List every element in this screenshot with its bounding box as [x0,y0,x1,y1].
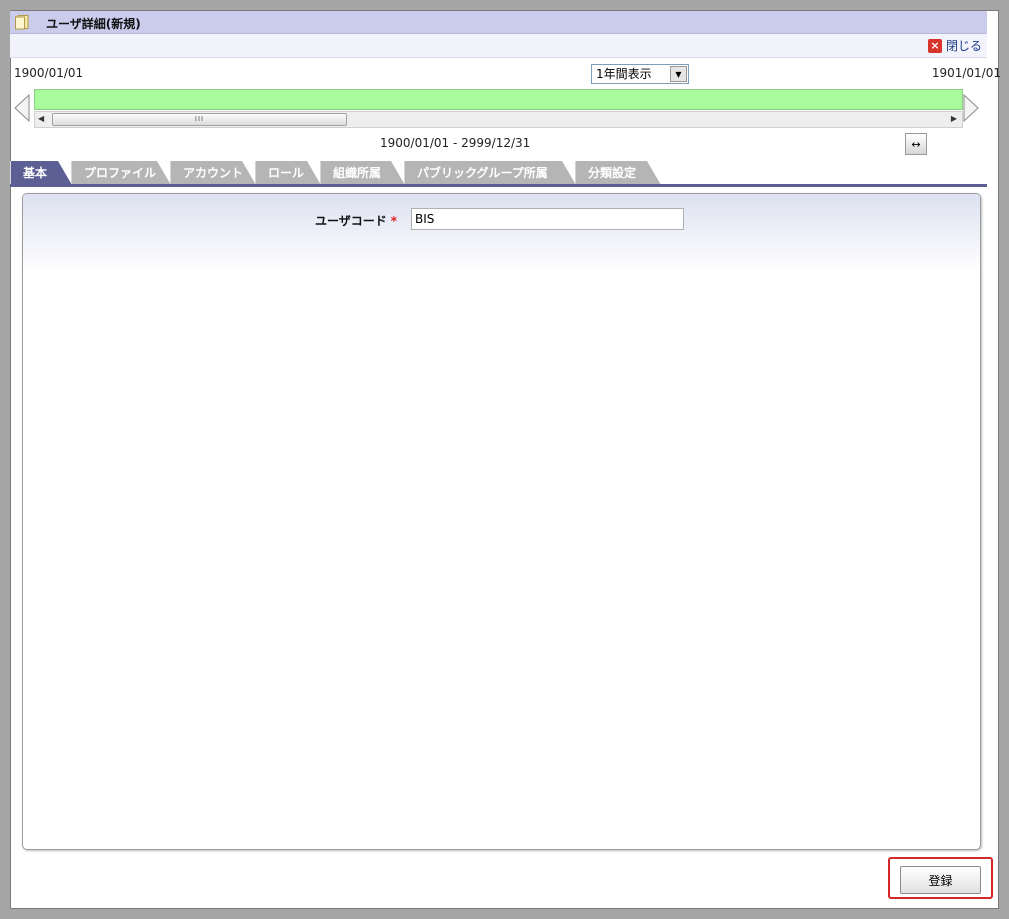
expand-width-icon[interactable]: ↔ [905,133,927,155]
header-toolbar: × 閉じる [10,34,987,58]
tab-role[interactable]: ロール [255,161,321,185]
tab-classification[interactable]: 分類設定 [575,161,661,185]
register-button[interactable]: 登録 [900,866,981,894]
usercode-label: ユーザコード * [315,212,397,229]
scroll-right-icon[interactable]: ▶ [951,114,957,123]
timeline-start-date: 1900/01/01 [14,66,84,80]
range-select-value: 1年間表示 [596,67,652,81]
scroll-thumb[interactable]: III [52,113,347,126]
page-title: ユーザ詳細(新規) [46,17,141,31]
usercode-input[interactable] [411,208,684,230]
form-panel: ユーザコード * [22,193,981,850]
title-bar: ユーザ詳細(新規) [10,11,987,34]
usercode-label-text: ユーザコード [315,214,387,228]
timeline-end-date: 1901/01/01 [931,66,1001,80]
tab-profile[interactable]: プロファイル [71,161,171,185]
form-header [23,194,980,272]
close-label: 閉じる [945,39,982,53]
tab-organization[interactable]: 組織所属 [320,161,405,185]
scroll-left-icon[interactable]: ◀ [38,114,44,123]
timeline-next-icon[interactable] [963,94,979,122]
document-icon [15,15,29,30]
timeline-prev-icon[interactable] [14,94,30,122]
tab-basic[interactable]: 基本 [10,161,72,185]
chevron-down-icon[interactable]: ▼ [670,66,687,82]
timeline-scrollbar[interactable]: ◀ III ▶ [34,111,963,128]
close-button[interactable]: × 閉じる [927,37,982,54]
timeline-bar[interactable] [34,89,963,110]
tab-underline [10,184,987,187]
tab-account[interactable]: アカウント [170,161,256,185]
tab-public-group[interactable]: パブリックグループ所属 [404,161,576,185]
range-select[interactable]: 1年間表示 ▼ [591,64,689,84]
timeline-period: 1900/01/01 - 2999/12/31 [380,136,531,150]
close-icon: × [927,38,942,53]
required-mark: * [390,214,398,228]
